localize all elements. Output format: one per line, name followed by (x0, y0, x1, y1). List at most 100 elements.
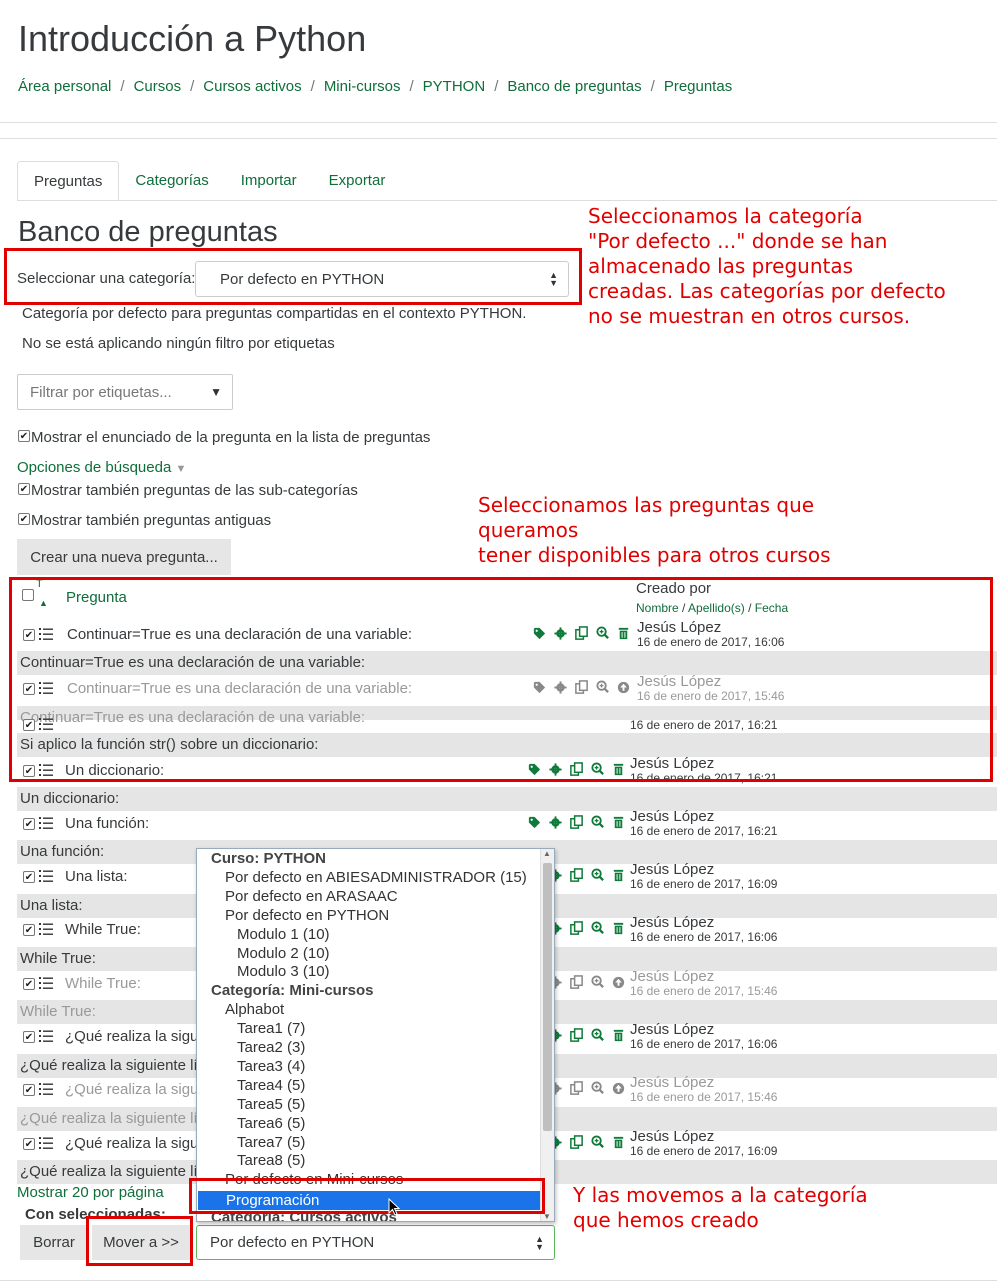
question-author: Jesús López 16 de enero de 2017, 16:06 (630, 915, 777, 944)
dropdown-option[interactable]: Modulo 3 (10) (197, 962, 539, 981)
question-date: 16 de enero de 2017, 16:06 (630, 1037, 778, 1051)
question-name: Una función: (65, 815, 150, 832)
question-name: While True: (65, 921, 141, 938)
gear-icon[interactable] (548, 815, 563, 830)
tab-preguntas[interactable]: Preguntas (17, 161, 120, 201)
tab-importar[interactable]: Importar (225, 161, 313, 201)
create-question-button[interactable]: Crear una nueva pregunta... (17, 539, 231, 575)
dropdown-option[interactable]: Por defecto en ARASAAC (197, 887, 539, 906)
question-checkbox[interactable] (23, 818, 35, 830)
author-name: Jesús López (630, 808, 715, 825)
tag-icon[interactable] (527, 815, 542, 830)
author-name: Jesús López (630, 1128, 715, 1145)
show-text-label: Mostrar el enunciado de la pregunta en l… (31, 429, 431, 446)
breadcrumb-item[interactable]: Cursos activos (203, 78, 301, 95)
question-checkbox[interactable] (23, 978, 35, 990)
question-author: Jesús López 16 de enero de 2017, 16:06 (630, 1022, 777, 1051)
search-options-label: Opciones de búsqueda (17, 459, 172, 476)
dropdown-option[interactable]: Por defecto en PYTHON (197, 906, 539, 925)
question-text: While True: (20, 950, 96, 967)
scrollbar-thumb[interactable] (543, 863, 552, 1131)
question-name: Una lista: (65, 868, 128, 885)
tab-categorías[interactable]: Categorías (119, 161, 224, 201)
question-text: ¿Qué realiza la siguiente lí (20, 1057, 198, 1074)
author-name: Jesús López (630, 914, 715, 931)
question-checkbox[interactable] (23, 924, 35, 936)
duplicate-icon[interactable] (569, 921, 584, 936)
tag-filter-placeholder: Filtrar por etiquetas... (30, 384, 172, 401)
question-name: ¿Qué realiza la sigu (65, 1135, 199, 1152)
show-per-page-link[interactable]: Mostrar 20 por página (17, 1184, 164, 1201)
dropdown-option[interactable]: Tarea4 (5) (197, 1076, 539, 1095)
question-author: Jesús López 16 de enero de 2017, 16:09 (630, 1129, 777, 1158)
question-date: 16 de enero de 2017, 15:46 (630, 984, 778, 998)
preview-icon[interactable] (590, 1028, 605, 1043)
dropdown-option[interactable]: Tarea5 (5) (197, 1095, 539, 1114)
duplicate-icon[interactable] (569, 1135, 584, 1150)
delete-button[interactable]: Borrar (20, 1225, 88, 1260)
tag-filter-input[interactable]: Filtrar por etiquetas... ▼ (17, 374, 233, 410)
dropdown-option[interactable]: Tarea7 (5) (197, 1133, 539, 1152)
dropdown-scrollbar[interactable]: ▲ ▼ (540, 849, 554, 1221)
question-checkbox[interactable] (23, 871, 35, 883)
dropdown-option[interactable]: Tarea1 (7) (197, 1019, 539, 1038)
question-date: 16 de enero de 2017, 16:09 (630, 877, 778, 891)
tabs-divider (17, 200, 997, 201)
show-subcats-checkbox[interactable] (18, 483, 30, 495)
duplicate-icon[interactable] (569, 1081, 584, 1096)
dropdown-option[interactable]: Tarea6 (5) (197, 1114, 539, 1133)
preview-icon[interactable] (590, 868, 605, 883)
show-old-checkbox[interactable] (18, 513, 30, 525)
restore-icon[interactable] (611, 1081, 626, 1096)
question-checkbox[interactable] (23, 1031, 35, 1043)
dropdown-option[interactable]: Por defecto en ABIESADMINISTRADOR (15) (197, 868, 539, 887)
breadcrumb-item[interactable]: Mini-cursos (324, 78, 401, 95)
delete-icon[interactable] (611, 868, 626, 883)
dropdown-option[interactable]: Tarea3 (4) (197, 1057, 539, 1076)
category-dropdown-list[interactable]: ▲ ▼ Curso: PYTHON Por defecto en ABIESADM… (196, 848, 555, 1222)
restore-icon[interactable] (611, 975, 626, 990)
delete-icon[interactable] (611, 815, 626, 830)
dropdown-group: Categoría: Mini-cursos (211, 982, 374, 1000)
divider (0, 138, 997, 139)
question-date: 16 de enero de 2017, 16:09 (630, 1144, 778, 1158)
preview-icon[interactable] (590, 975, 605, 990)
preview-icon[interactable] (590, 1135, 605, 1150)
search-options-link[interactable]: Opciones de búsqueda ▼ (17, 459, 186, 476)
tab-exportar[interactable]: Exportar (313, 161, 402, 201)
question-checkbox[interactable] (23, 1138, 35, 1150)
preview-icon[interactable] (590, 815, 605, 830)
question-author: Jesús López 16 de enero de 2017, 16:21 (630, 809, 777, 838)
duplicate-icon[interactable] (569, 975, 584, 990)
delete-icon[interactable] (611, 1028, 626, 1043)
duplicate-icon[interactable] (569, 868, 584, 883)
scroll-up-icon[interactable]: ▲ (543, 849, 551, 858)
breadcrumb-item[interactable]: Preguntas (664, 78, 732, 95)
question-checkbox[interactable] (23, 1084, 35, 1096)
question-date: 16 de enero de 2017, 16:06 (630, 930, 778, 944)
question-type-icon (39, 1029, 53, 1047)
breadcrumb-separator: / (120, 78, 125, 95)
duplicate-icon[interactable] (569, 815, 584, 830)
dropdown-option[interactable]: Modulo 2 (10) (197, 944, 539, 963)
breadcrumb-item[interactable]: Área personal (18, 78, 111, 95)
preview-icon[interactable] (590, 921, 605, 936)
move-target-select[interactable]: Por defecto en PYTHON ▲ ▼ (196, 1225, 555, 1260)
delete-icon[interactable] (611, 921, 626, 936)
duplicate-icon[interactable] (569, 1028, 584, 1043)
preview-icon[interactable] (590, 1081, 605, 1096)
breadcrumb-item[interactable]: Banco de preguntas (507, 78, 641, 95)
select-arrows-icon: ▲ ▼ (535, 1233, 544, 1252)
breadcrumb-item[interactable]: PYTHON (423, 78, 486, 95)
divider (0, 122, 997, 123)
breadcrumb-item[interactable]: Cursos (134, 78, 182, 95)
dropdown-option[interactable]: Alphabot (197, 1000, 539, 1019)
question-type-icon (39, 816, 53, 834)
delete-icon[interactable] (611, 1135, 626, 1150)
show-text-checkbox[interactable] (18, 430, 30, 442)
dropdown-option[interactable]: Tarea8 (5) (197, 1151, 539, 1170)
no-filter-text: No se está aplicando ningún filtro por e… (22, 335, 335, 352)
question-text: Un diccionario: (20, 790, 120, 807)
dropdown-option[interactable]: Modulo 1 (10) (197, 925, 539, 944)
dropdown-option[interactable]: Tarea2 (3) (197, 1038, 539, 1057)
